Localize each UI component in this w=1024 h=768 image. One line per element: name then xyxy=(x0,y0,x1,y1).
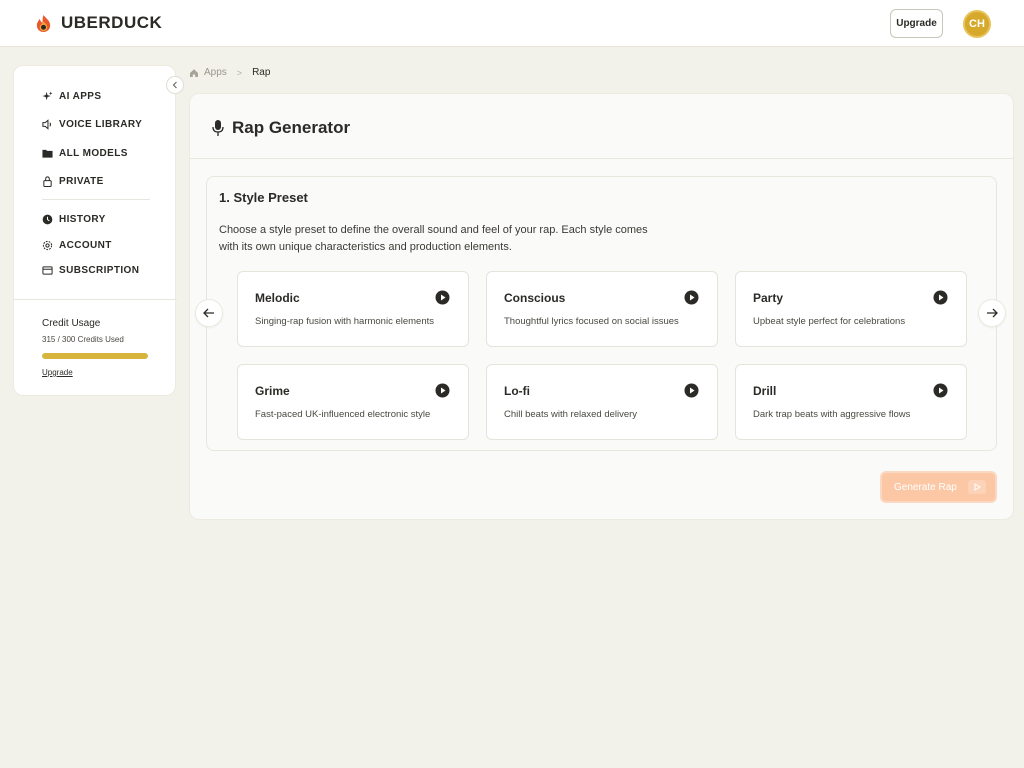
sidebar-item-label: HISTORY xyxy=(59,213,106,225)
header-upgrade-button[interactable]: Upgrade xyxy=(890,9,943,38)
style-preset-section: 1. Style Preset Choose a style preset to… xyxy=(195,176,1006,451)
play-icon[interactable] xyxy=(933,290,948,305)
credit-usage-count: 315 / 300 Credits Used xyxy=(42,335,124,344)
play-icon[interactable] xyxy=(684,290,699,305)
preset-name: Drill xyxy=(753,384,777,398)
clock-icon xyxy=(42,214,53,225)
preset-name: Party xyxy=(753,291,784,305)
preset-name: Conscious xyxy=(504,291,566,305)
nav-divider xyxy=(42,199,150,200)
preset-description: Thoughtful lyrics focused on social issu… xyxy=(504,316,679,327)
breadcrumb-current: Rap xyxy=(252,67,271,78)
preset-name: Grime xyxy=(255,384,290,398)
top-header: UBERDUCK Upgrade CH xyxy=(0,0,1024,47)
sparkle-icon xyxy=(42,90,53,102)
gear-icon xyxy=(42,240,53,251)
sidebar-collapse-button[interactable] xyxy=(166,76,184,94)
preset-description: Fast-paced UK-influenced electronic styl… xyxy=(255,409,431,420)
app-logo[interactable]: UBERDUCK xyxy=(34,13,162,33)
page-title: Rap Generator xyxy=(232,118,351,137)
sidebar-item-label: ACCOUNT xyxy=(59,239,112,251)
sidebar-item-history[interactable]: HISTORY xyxy=(42,211,106,227)
arrow-right-icon xyxy=(987,308,998,318)
preset-description: Dark trap beats with aggressive flows xyxy=(753,409,911,420)
section-title: 1. Style Preset xyxy=(219,190,308,205)
folder-icon xyxy=(42,148,53,159)
sidebar-item-all-models[interactable]: ALL MODELS xyxy=(42,145,128,161)
play-icon[interactable] xyxy=(933,383,948,398)
arrow-left-icon xyxy=(203,308,214,318)
rap-generator-card: Rap Generator 1. Style Preset Choose a s… xyxy=(189,93,1014,520)
preset-card-drill[interactable]: Drill Dark trap beats with aggressive fl… xyxy=(735,364,967,440)
section-description: Choose a style preset to define the over… xyxy=(219,224,648,253)
user-avatar[interactable]: CH xyxy=(963,10,991,38)
title-divider xyxy=(190,158,1013,159)
preset-card-lo-fi[interactable]: Lo-fi Chill beats with relaxed delivery xyxy=(486,364,718,440)
sidebar-item-label: AI APPS xyxy=(59,90,102,102)
sidebar-item-private[interactable]: PRIVATE xyxy=(42,173,104,189)
card-icon xyxy=(42,265,53,276)
speaker-icon xyxy=(42,118,53,130)
preset-name: Lo-fi xyxy=(504,384,530,398)
credit-divider xyxy=(14,299,177,300)
carousel-prev-button[interactable] xyxy=(195,299,223,327)
app-name: UBERDUCK xyxy=(61,13,163,32)
preset-card-conscious[interactable]: Conscious Thoughtful lyrics focused on s… xyxy=(486,271,718,347)
chevron-left-icon xyxy=(172,81,177,89)
play-icon[interactable] xyxy=(684,383,699,398)
preset-description: Singing-rap fusion with harmonic element… xyxy=(255,316,435,327)
preset-description: Upbeat style perfect for celebrations xyxy=(753,316,906,327)
page-title-row: Rap Generator xyxy=(212,118,350,138)
home-icon[interactable] xyxy=(189,68,199,78)
preset-name: Melodic xyxy=(255,291,300,305)
sidebar: AI APPS VOICE LIBRARY ALL MODELS PRIVATE… xyxy=(13,65,177,396)
preset-card-grime[interactable]: Grime Fast-paced UK-influenced electroni… xyxy=(237,364,469,440)
sidebar-item-label: ALL MODELS xyxy=(59,147,128,159)
credit-progress-fill xyxy=(42,353,148,359)
play-icon xyxy=(968,480,986,494)
play-icon[interactable] xyxy=(435,383,450,398)
sidebar-item-account[interactable]: ACCOUNT xyxy=(42,237,112,253)
credit-progress-bar xyxy=(42,353,148,359)
play-icon[interactable] xyxy=(435,290,450,305)
microphone-icon xyxy=(212,120,224,136)
sidebar-item-voice-library[interactable]: VOICE LIBRARY xyxy=(42,116,142,132)
sidebar-item-label: VOICE LIBRARY xyxy=(59,118,143,130)
breadcrumb-apps[interactable]: Apps xyxy=(204,67,227,78)
lock-icon xyxy=(42,175,53,187)
preset-card-melodic[interactable]: Melodic Singing-rap fusion with harmonic… xyxy=(237,271,469,347)
sidebar-item-subscription[interactable]: SUBSCRIPTION xyxy=(42,262,139,278)
flame-logo-icon xyxy=(36,14,51,32)
credit-usage-title: Credit Usage xyxy=(42,318,101,329)
breadcrumb: Apps > Rap xyxy=(189,67,270,78)
carousel-next-button[interactable] xyxy=(978,299,1006,327)
sidebar-item-label: PRIVATE xyxy=(59,175,104,187)
generate-rap-button[interactable]: Generate Rap xyxy=(880,471,997,503)
breadcrumb-separator: > xyxy=(236,67,243,78)
credit-upgrade-link[interactable]: Upgrade xyxy=(42,368,73,377)
sidebar-item-label: SUBSCRIPTION xyxy=(59,264,140,276)
generate-rap-label: Generate Rap xyxy=(894,481,957,493)
preset-card-party[interactable]: Party Upbeat style perfect for celebrati… xyxy=(735,271,967,347)
preset-description: Chill beats with relaxed delivery xyxy=(504,409,638,420)
sidebar-item-ai-apps[interactable]: AI APPS xyxy=(42,88,101,104)
